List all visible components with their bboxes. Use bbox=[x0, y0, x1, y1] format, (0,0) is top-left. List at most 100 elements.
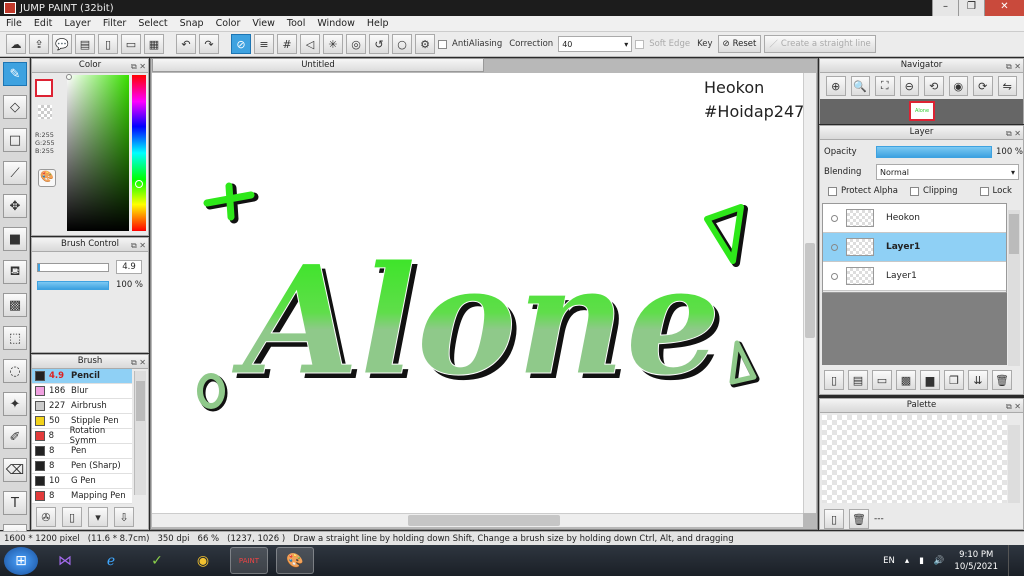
new-brush-icon[interactable]: ▯ bbox=[62, 507, 82, 527]
volume-icon[interactable]: 🔊 bbox=[934, 556, 945, 566]
rotate-right-icon[interactable]: ⟳ bbox=[973, 76, 993, 96]
canvas-vertical-scrollbar[interactable] bbox=[803, 73, 816, 513]
new-text-layer-icon[interactable]: ▭ bbox=[872, 370, 892, 390]
menu-help[interactable]: Help bbox=[361, 18, 395, 29]
navigator-viewport[interactable]: Alone bbox=[909, 101, 935, 121]
fill-rect-tool-icon[interactable]: ■ bbox=[3, 227, 27, 251]
layer-opacity-slider[interactable] bbox=[876, 146, 992, 158]
lasso-tool-icon[interactable]: ◌ bbox=[3, 359, 27, 383]
menu-view[interactable]: View bbox=[246, 18, 281, 29]
palette-scrollbar[interactable] bbox=[1008, 425, 1020, 503]
document-tab[interactable]: Untitled bbox=[152, 58, 484, 72]
curve-icon[interactable]: ↺ bbox=[369, 34, 389, 54]
panel-close-icon[interactable]: ⧉ ✕ bbox=[131, 239, 146, 252]
panel-close-icon[interactable]: ⧉ ✕ bbox=[131, 60, 146, 73]
rotate-left-icon[interactable]: ⟲ bbox=[924, 76, 944, 96]
hue-slider[interactable] bbox=[132, 75, 146, 231]
drawing-canvas[interactable]: Alone Alone Heokon #Hoidap247 bbox=[152, 73, 803, 513]
saturation-value-picker[interactable] bbox=[67, 75, 129, 231]
close-button[interactable]: ✕ bbox=[984, 0, 1024, 16]
horizontal-scroll-thumb[interactable] bbox=[408, 515, 560, 526]
menu-file[interactable]: File bbox=[0, 18, 28, 29]
vertical-scroll-thumb[interactable] bbox=[805, 243, 815, 338]
brush-import-icon[interactable]: ⇩ bbox=[114, 507, 134, 527]
canvas-horizontal-scrollbar[interactable] bbox=[152, 513, 803, 527]
select-eraser-tool-icon[interactable]: ⌫ bbox=[3, 458, 27, 482]
menu-layer[interactable]: Layer bbox=[58, 18, 97, 29]
snap-off-icon[interactable]: ⊘ bbox=[231, 34, 251, 54]
clipping-checkbox[interactable] bbox=[909, 186, 919, 196]
redo-icon[interactable]: ↷ bbox=[199, 34, 219, 54]
green-app-icon[interactable]: ✓ bbox=[138, 547, 176, 574]
brush-list-item[interactable]: 8 Mapping Pen bbox=[32, 489, 132, 504]
perspective-icon[interactable]: ◁ bbox=[300, 34, 320, 54]
speech-bubble-icon[interactable]: 💬 bbox=[52, 34, 72, 54]
delete-palette-icon[interactable]: 🗑 bbox=[849, 509, 869, 529]
layer-list-scrollbar[interactable] bbox=[1008, 210, 1020, 366]
grid-snap-icon[interactable]: # bbox=[277, 34, 297, 54]
duplicate-layer-icon[interactable]: ❐ bbox=[944, 370, 964, 390]
brush-menu-icon[interactable]: ▾ bbox=[88, 507, 108, 527]
new-palette-icon[interactable]: ▯ bbox=[824, 509, 844, 529]
chrome-icon[interactable]: ◉ bbox=[184, 547, 222, 574]
brush-opacity-slider[interactable] bbox=[37, 281, 109, 290]
palette-icon[interactable]: 🎨 bbox=[38, 169, 56, 187]
magic-wand-tool-icon[interactable]: ✦ bbox=[3, 392, 27, 416]
paint-tool-icon[interactable]: 🎨 bbox=[276, 547, 314, 574]
brush-list-item[interactable]: 8 Pen bbox=[32, 444, 132, 459]
new-layer-icon[interactable]: ▯ bbox=[824, 370, 844, 390]
zoom-in-icon[interactable]: ⊕ bbox=[826, 76, 846, 96]
protect-alpha-checkbox[interactable] bbox=[828, 186, 837, 196]
reset-view-icon[interactable]: ◉ bbox=[948, 76, 968, 96]
comment-icon[interactable]: ▤ bbox=[75, 34, 95, 54]
hue-slider-handle[interactable] bbox=[135, 180, 143, 188]
navigator-preview[interactable]: Alone bbox=[820, 99, 1023, 124]
export-icon[interactable]: ⇪ bbox=[29, 34, 49, 54]
flip-icon[interactable]: ⇋ bbox=[997, 76, 1017, 96]
bucket-tool-icon[interactable]: ⛾ bbox=[3, 260, 27, 284]
eraser-tool-icon[interactable]: ◇ bbox=[3, 95, 27, 119]
layer-row-selected[interactable]: Layer1 bbox=[823, 233, 1006, 262]
fit-window-icon[interactable]: ⛶ bbox=[875, 76, 895, 96]
new-layer-copy-icon[interactable]: ▤ bbox=[848, 370, 868, 390]
show-desktop-button[interactable] bbox=[1008, 545, 1016, 576]
start-button[interactable]: ⊞ bbox=[4, 546, 38, 575]
antialiasing-checkbox[interactable] bbox=[438, 39, 447, 49]
blending-select[interactable]: Normal ▾ bbox=[876, 164, 1019, 180]
halftone-layer-icon[interactable]: ▩ bbox=[896, 370, 916, 390]
maximize-button[interactable]: ❐ bbox=[958, 0, 984, 16]
palette-swatch-area[interactable] bbox=[822, 415, 1007, 503]
merge-layer-icon[interactable]: ⇊ bbox=[968, 370, 988, 390]
parallel-lines-icon[interactable]: ≡ bbox=[254, 34, 274, 54]
network-icon[interactable]: ▮ bbox=[919, 556, 924, 566]
brush-list-item[interactable]: 4.9 Pencil bbox=[32, 369, 132, 384]
jump-paint-taskbar-icon[interactable]: PAINT bbox=[230, 547, 268, 574]
menu-select[interactable]: Select bbox=[132, 18, 173, 29]
brush-settings-icon[interactable]: ✇ bbox=[36, 507, 56, 527]
select-pen-tool-icon[interactable]: ✐ bbox=[3, 425, 27, 449]
brush-size-slider[interactable] bbox=[37, 263, 109, 272]
grid-layout-icon[interactable]: ▦ bbox=[144, 34, 164, 54]
circle-snap-icon[interactable]: ○ bbox=[392, 34, 412, 54]
internet-explorer-icon[interactable]: ℯ bbox=[92, 547, 130, 574]
menu-filter[interactable]: Filter bbox=[97, 18, 133, 29]
visibility-icon[interactable] bbox=[831, 243, 838, 251]
brush-list-item[interactable]: 8 Rotation Symm bbox=[32, 426, 132, 446]
straight-line-button[interactable]: ／ Create a straight line bbox=[764, 35, 876, 53]
page-icon[interactable]: ▯ bbox=[98, 34, 118, 54]
delete-layer-icon[interactable]: 🗑 bbox=[992, 370, 1012, 390]
concentric-icon[interactable]: ◎ bbox=[346, 34, 366, 54]
settings-snap-icon[interactable]: ⚙ bbox=[415, 34, 435, 54]
cloud-icon[interactable]: ☁ bbox=[6, 34, 26, 54]
lock-checkbox[interactable] bbox=[979, 186, 989, 196]
new-folder-icon[interactable]: ▆ bbox=[920, 370, 940, 390]
zoom-in-plus-icon[interactable]: 🔍 bbox=[850, 76, 870, 96]
layer-row[interactable]: Layer1 bbox=[823, 262, 1006, 291]
panel-close-icon[interactable]: ⧉ ✕ bbox=[1006, 400, 1021, 413]
undo-icon[interactable]: ↶ bbox=[176, 34, 196, 54]
menu-color[interactable]: Color bbox=[210, 18, 247, 29]
visibility-icon[interactable] bbox=[831, 272, 838, 280]
show-hidden-icons-icon[interactable]: ▴ bbox=[905, 556, 909, 566]
reset-button[interactable]: ⊘ Reset bbox=[717, 35, 762, 53]
brush-list-item[interactable]: 227 Airbrush bbox=[32, 399, 132, 414]
